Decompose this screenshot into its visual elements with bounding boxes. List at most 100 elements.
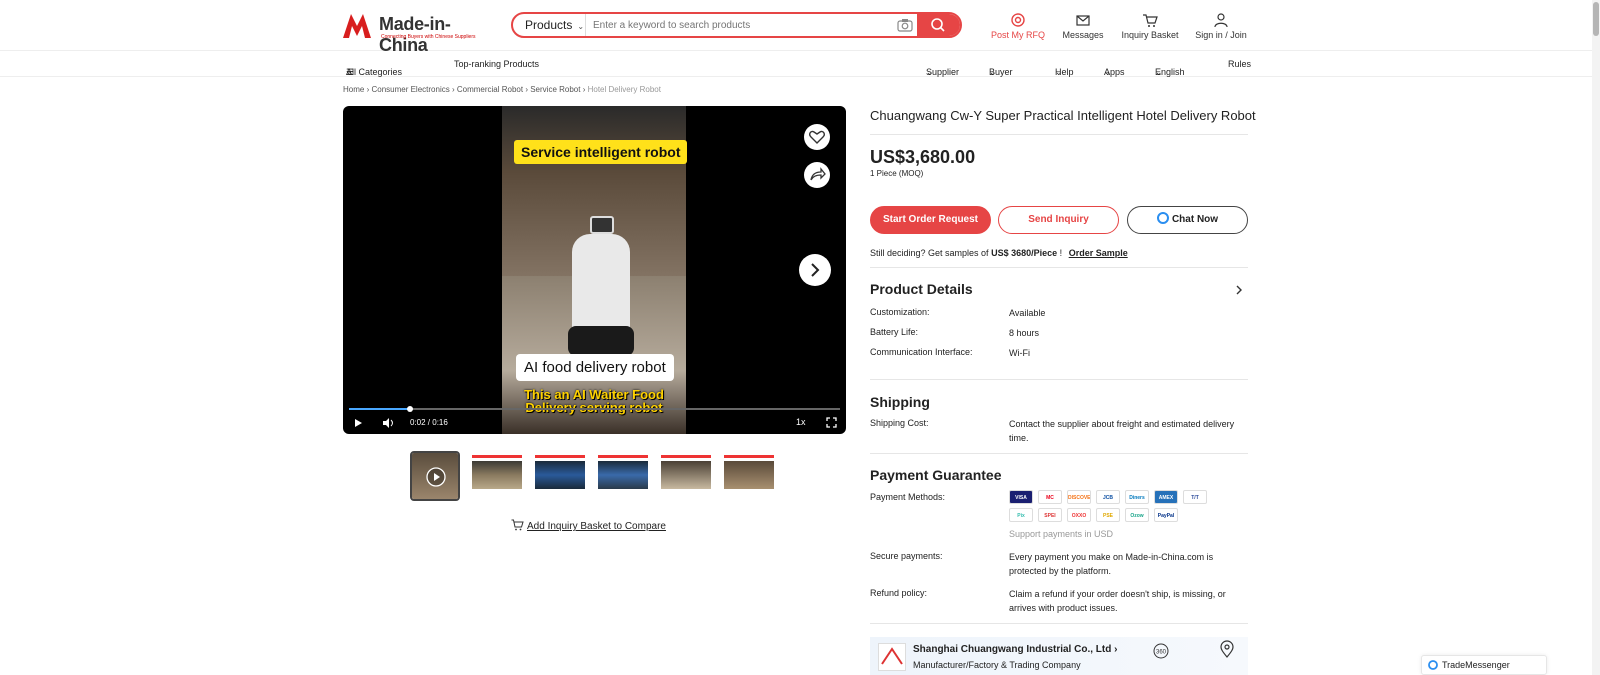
scrollbar-thumb[interactable]: [1593, 2, 1599, 36]
product-title: Chuangwang Cw-Y Super Practical Intellig…: [870, 108, 1256, 123]
basket-label: Inquiry Basket: [1121, 30, 1179, 40]
order-sample-link[interactable]: Order Sample: [1069, 248, 1128, 258]
chat-icon: [1156, 212, 1169, 224]
play-icon[interactable]: [353, 418, 363, 428]
thumbnail-image-4[interactable]: [661, 451, 711, 501]
sign-in-label: Sign in / Join: [1195, 30, 1247, 40]
detail-label: Customization:: [870, 307, 930, 317]
compare-label: Add Inquiry Basket to Compare: [527, 521, 666, 532]
rfq-icon: [1011, 13, 1025, 27]
thumbnail-image-2[interactable]: [535, 451, 585, 501]
divider: [870, 267, 1248, 268]
rfq-label: Post My RFQ: [990, 30, 1045, 40]
robot-base: [568, 326, 634, 356]
camera-icon[interactable]: [897, 18, 913, 32]
supplier-name-link[interactable]: Shanghai Chuangwang Industrial Co., Ltd …: [913, 644, 1117, 655]
chevron-down-icon: ⌄: [1155, 67, 1163, 77]
product-moq: 1 Piece (MOQ): [870, 169, 924, 178]
video-time: 0:02 / 0:16: [410, 418, 448, 427]
360-view-icon[interactable]: 360: [1152, 642, 1170, 660]
rules-link[interactable]: Rules: [1228, 59, 1251, 69]
user-icon: [1214, 13, 1228, 28]
share-button[interactable]: [804, 162, 830, 188]
robot-body: [572, 234, 630, 334]
supplier-card[interactable]: Shanghai Chuangwang Industrial Co., Ltd …: [870, 637, 1248, 675]
search-category-label: Products: [525, 18, 573, 32]
breadcrumb: Home › Consumer Electronics › Commercial…: [343, 85, 661, 94]
messages-label: Messages: [1062, 30, 1104, 40]
payment-card-ozow: Ozow: [1125, 508, 1149, 522]
fullscreen-icon[interactable]: [826, 417, 837, 428]
site-logo[interactable]: Made-in-China Connecting Buyers with Chi…: [343, 12, 483, 55]
breadcrumb-current: Hotel Delivery Robot: [587, 85, 661, 94]
start-order-button[interactable]: Start Order Request: [870, 206, 991, 234]
payment-card-spei: SPEI: [1038, 508, 1062, 522]
add-to-compare-link[interactable]: Add Inquiry Basket to Compare: [511, 519, 666, 532]
sign-in-link[interactable]: Sign in / Join: [1193, 12, 1249, 42]
payment-card-pse: PSE: [1096, 508, 1120, 522]
video-caption-middle: AI food delivery robot: [516, 354, 674, 381]
chevron-right-icon: [811, 263, 820, 277]
payment-card-jcb: JCB: [1096, 490, 1120, 504]
share-icon: [810, 167, 826, 181]
logo-tagline: Connecting Buyers with Chinese Suppliers: [381, 34, 476, 40]
divider: [870, 379, 1248, 380]
logo-mark-icon: [343, 14, 371, 38]
favorite-button[interactable]: [804, 124, 830, 150]
breadcrumb-commercial-robot[interactable]: Commercial Robot: [457, 85, 523, 94]
product-video-player[interactable]: Service intelligent robot AI food delive…: [343, 106, 846, 434]
page-scrollbar[interactable]: [1592, 0, 1600, 675]
cart-icon: [1143, 14, 1158, 27]
shipping-heading: Shipping: [870, 394, 930, 410]
divider: [870, 134, 1248, 135]
detail-label: Battery Life:: [870, 327, 919, 337]
chevron-right-icon[interactable]: [1234, 284, 1244, 296]
breadcrumb-consumer-electronics[interactable]: Consumer Electronics: [371, 85, 449, 94]
search-bar: Products ⌄: [511, 12, 962, 38]
product-price: US$3,680.00: [870, 147, 976, 167]
secure-payments-value: Every payment you make on Made-in-China.…: [1009, 552, 1214, 576]
next-slide-button[interactable]: [799, 254, 831, 286]
detail-value: Available: [1009, 308, 1046, 318]
detail-value: Wi-Fi: [1009, 348, 1030, 358]
search-button[interactable]: [917, 14, 960, 36]
thumbnail-banner: [598, 455, 648, 458]
video-progress-bar[interactable]: [349, 406, 840, 412]
messages-link[interactable]: Messages: [1058, 12, 1108, 42]
divider: [870, 623, 1248, 624]
inquiry-basket-link[interactable]: Inquiry Basket: [1120, 12, 1180, 42]
video-progress-handle[interactable]: [407, 406, 414, 412]
payment-card-paypal: PayPal: [1154, 508, 1178, 522]
post-rfq-link[interactable]: Post My RFQ: [990, 12, 1046, 42]
search-input[interactable]: [593, 16, 883, 34]
payment-heading: Payment Guarantee: [870, 467, 1002, 483]
payment-card-amex: AMEX: [1154, 490, 1178, 504]
chat-now-label: Chat Now: [1171, 214, 1219, 225]
thumbnail-image-3[interactable]: [598, 451, 648, 501]
thumbnail-banner: [661, 455, 711, 458]
breadcrumb-service-robot[interactable]: Service Robot: [530, 85, 580, 94]
playback-speed[interactable]: 1x: [796, 417, 806, 427]
detail-label: Communication Interface:: [870, 347, 973, 357]
payment-methods-label: Payment Methods:: [870, 492, 946, 502]
supplier-logo-icon: [881, 647, 903, 665]
thumbnail-image-1[interactable]: [472, 451, 522, 501]
supplier-logo: [878, 643, 906, 671]
top-ranking-link[interactable]: Top-ranking Products: [454, 59, 539, 69]
thumbnail-image: [598, 461, 648, 489]
send-inquiry-button[interactable]: Send Inquiry: [998, 206, 1119, 234]
search-category-select[interactable]: Products ⌄: [513, 14, 586, 36]
svg-text:360: 360: [1156, 650, 1167, 656]
refund-policy-value: Claim a refund if your order doesn't shi…: [1009, 589, 1226, 613]
thumbnail-video[interactable]: [410, 451, 460, 501]
breadcrumb-home[interactable]: Home: [343, 85, 364, 94]
chat-now-button[interactable]: Chat Now: [1127, 206, 1248, 234]
video-progress-fill: [349, 408, 411, 410]
trade-messenger-button[interactable]: TradeMessenger: [1421, 655, 1547, 675]
thumbnail-image-5[interactable]: [724, 451, 774, 501]
sample-price: US$ 3680/Piece: [991, 248, 1058, 258]
robot-screen: [590, 216, 614, 234]
location-pin-icon[interactable]: [1220, 640, 1234, 658]
sample-text: Still deciding? Get samples of: [870, 248, 989, 258]
volume-icon[interactable]: [382, 417, 394, 429]
